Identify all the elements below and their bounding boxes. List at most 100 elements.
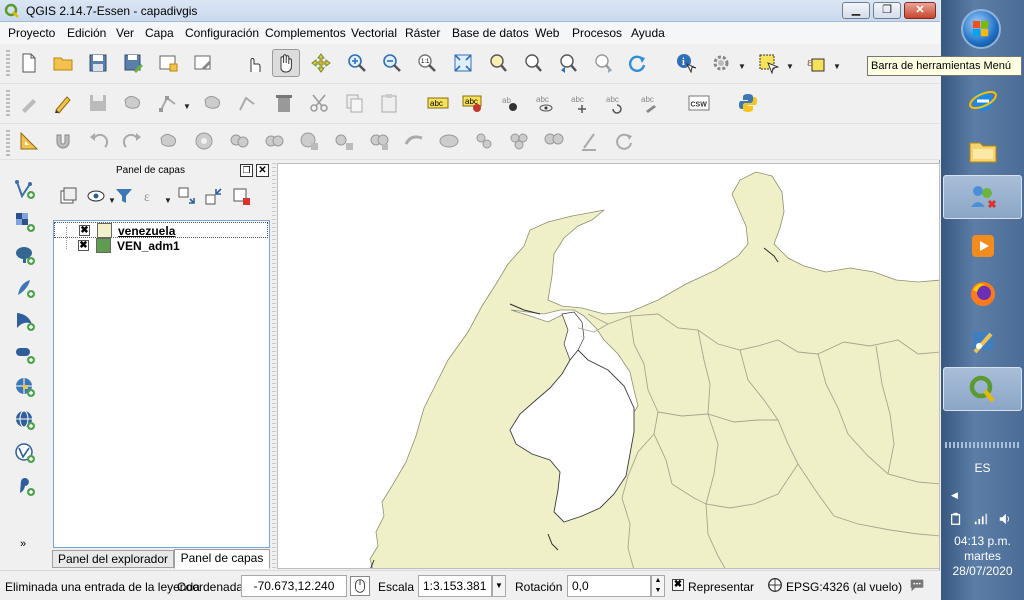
tab-layers-panel[interactable]: Panel de capas xyxy=(174,549,270,569)
menu-proyecto[interactable]: Proyecto xyxy=(8,26,55,40)
menu-capa[interactable]: Capa xyxy=(145,26,174,40)
zoom-out-button[interactable] xyxy=(378,49,406,77)
metasearch-button[interactable]: CSW xyxy=(685,89,713,117)
map-tips-button[interactable] xyxy=(707,49,735,77)
layer-name[interactable]: venezuela xyxy=(118,224,175,238)
close-button[interactable]: ✕ xyxy=(904,2,936,19)
crs-label[interactable]: EPSG:4326 (al vuelo) xyxy=(786,580,902,594)
paste-features-button[interactable] xyxy=(375,89,403,117)
advanced-digitizing-button[interactable] xyxy=(15,127,43,155)
crs-status-button[interactable] xyxy=(766,576,786,596)
add-wms-layer-button[interactable] xyxy=(10,372,40,402)
add-delimited-text-layer-button[interactable] xyxy=(10,471,40,501)
menu-web[interactable]: Web xyxy=(535,26,559,40)
taskbar-qgis[interactable] xyxy=(943,367,1022,411)
menu-edicion[interactable]: Edición xyxy=(67,26,106,40)
layer-visibility-checkbox[interactable]: ✖ xyxy=(79,225,90,236)
split-features-button[interactable] xyxy=(435,127,463,155)
save-layer-edits-button[interactable] xyxy=(84,89,112,117)
reshape-features-button[interactable] xyxy=(365,127,393,155)
zoom-full-button[interactable] xyxy=(449,49,477,77)
scale-field[interactable]: 1:3.153.381 xyxy=(418,575,492,597)
select-features-button[interactable] xyxy=(754,49,782,77)
touch-zoom-pan-button[interactable] xyxy=(240,49,268,77)
add-raster-layer-button[interactable] xyxy=(10,207,40,237)
toggle-extents-button[interactable] xyxy=(350,576,370,596)
chevron-down-icon[interactable]: ▼ xyxy=(738,62,748,72)
menu-ver[interactable]: Ver xyxy=(116,26,134,40)
node-tool-button[interactable] xyxy=(199,89,227,117)
layer-visibility-checkbox[interactable]: ✖ xyxy=(78,240,89,251)
toggle-editing-button[interactable] xyxy=(49,89,77,117)
layer-item-venezuela[interactable]: ✖ venezuela xyxy=(54,222,268,238)
menu-procesos[interactable]: Procesos xyxy=(572,26,622,40)
manage-map-themes-button[interactable] xyxy=(84,184,108,208)
add-oracle-layer-button[interactable] xyxy=(10,339,40,369)
zoom-next-button[interactable] xyxy=(589,49,617,77)
taskbar-file-explorer[interactable] xyxy=(943,129,1022,173)
simplify-feature-button[interactable] xyxy=(155,127,183,155)
delete-part-button[interactable] xyxy=(330,127,358,155)
rotate-feature-button[interactable] xyxy=(610,127,638,155)
zoom-to-selection-button[interactable] xyxy=(519,49,547,77)
copy-features-button[interactable] xyxy=(340,89,368,117)
chevron-down-icon[interactable]: ▼ xyxy=(183,102,193,112)
maximize-button[interactable]: ❐ xyxy=(873,2,901,19)
expand-all-button[interactable] xyxy=(175,184,199,208)
menu-ayuda[interactable]: Ayuda xyxy=(631,26,665,40)
zoom-last-button[interactable] xyxy=(554,49,582,77)
rotate-point-symbols-button[interactable] xyxy=(575,127,603,155)
language-indicator[interactable]: ES xyxy=(941,461,1024,475)
merge-features-button[interactable] xyxy=(505,127,533,155)
delete-selected-vertex-button[interactable] xyxy=(233,89,261,117)
rotate-label-button[interactable]: abc xyxy=(600,89,628,117)
python-console-button[interactable] xyxy=(734,89,762,117)
add-postgis-layer-button[interactable] xyxy=(10,240,40,270)
fill-ring-button[interactable] xyxy=(260,127,288,155)
network-signal-icon[interactable] xyxy=(973,512,989,526)
redo-button[interactable] xyxy=(119,127,147,155)
layer-item-ven-adm1[interactable]: ✖ VEN_adm1 xyxy=(54,238,268,254)
toolbar-overflow-button[interactable]: » xyxy=(20,538,26,550)
composer-manager-button[interactable] xyxy=(189,49,217,77)
pan-map-button[interactable] xyxy=(272,49,300,77)
pin-labels-button[interactable]: ab xyxy=(496,89,524,117)
taskbar-settings-app[interactable] xyxy=(943,320,1022,364)
move-feature-button[interactable] xyxy=(154,89,182,117)
volume-icon[interactable] xyxy=(997,512,1013,526)
pan-to-selection-button[interactable] xyxy=(307,49,335,77)
chevron-down-icon[interactable]: ▼ xyxy=(786,62,796,72)
taskbar-internet-explorer[interactable] xyxy=(943,78,1022,122)
menu-vectorial[interactable]: Vectorial xyxy=(351,26,397,40)
open-layer-styling-button[interactable] xyxy=(56,184,80,208)
toolbar-grip[interactable] xyxy=(6,90,10,116)
layer-labeling-button[interactable]: abc xyxy=(424,89,452,117)
taskbar-media-player[interactable] xyxy=(943,224,1022,268)
map-canvas[interactable] xyxy=(277,163,940,569)
chevron-down-icon[interactable]: ▼ xyxy=(164,196,174,206)
delete-ring-button[interactable] xyxy=(295,127,323,155)
collapse-all-button[interactable] xyxy=(202,184,226,208)
add-wcs-layer-button[interactable] xyxy=(10,405,40,435)
zoom-native-button[interactable]: 1:1 xyxy=(413,49,441,77)
menu-configuracion[interactable]: Configuración xyxy=(185,26,259,40)
identify-features-button[interactable]: i xyxy=(672,49,700,77)
merge-attributes-button[interactable] xyxy=(540,127,568,155)
menu-base-de-datos[interactable]: Base de datos xyxy=(452,26,529,40)
close-panel-button[interactable]: ✕ xyxy=(256,164,269,177)
current-edits-button[interactable] xyxy=(15,89,43,117)
open-project-button[interactable] xyxy=(49,49,77,77)
start-button[interactable] xyxy=(961,9,1001,49)
filter-by-expression-button[interactable]: ε xyxy=(140,184,164,208)
show-hidden-icons-button[interactable]: ◀ xyxy=(951,490,958,501)
new-project-button[interactable] xyxy=(15,49,43,77)
remove-layer-button[interactable] xyxy=(230,184,254,208)
toolbar-grip[interactable] xyxy=(6,130,10,156)
panel-splitter[interactable] xyxy=(272,160,276,570)
move-label-button[interactable]: abc xyxy=(565,89,593,117)
show-hide-labels-button[interactable]: abc xyxy=(530,89,558,117)
chevron-down-icon[interactable]: ▼ xyxy=(833,62,843,72)
scale-dropdown[interactable]: ▼ xyxy=(492,575,506,597)
add-vector-layer-button[interactable] xyxy=(10,174,40,204)
enable-tracing-button[interactable] xyxy=(49,127,77,155)
